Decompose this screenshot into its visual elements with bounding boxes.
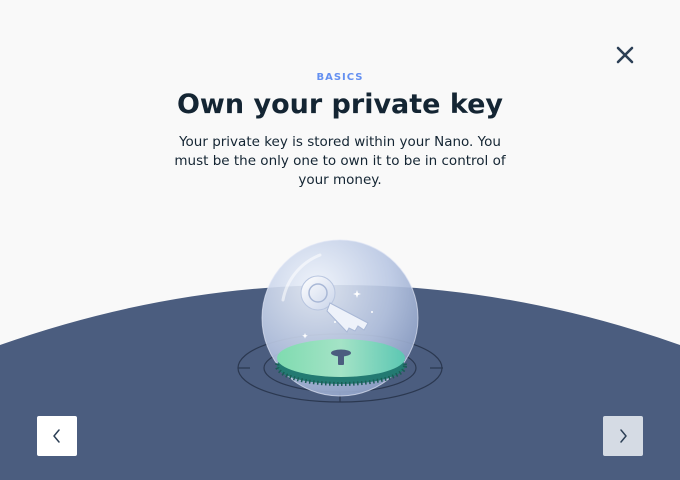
device-pad (275, 339, 407, 386)
next-button[interactable] (603, 416, 643, 456)
page-title: Own your private key (176, 89, 504, 120)
close-button[interactable] (608, 38, 642, 72)
section-label: BASICS (316, 72, 364, 83)
chevron-right-icon (620, 429, 627, 443)
previous-button[interactable] (37, 416, 77, 456)
description-text: Your private key is stored within your N… (174, 134, 506, 188)
chevron-left-icon (53, 429, 60, 443)
onboarding-modal: BASICS Own your private key Your private… (0, 0, 680, 480)
close-icon (616, 46, 634, 64)
